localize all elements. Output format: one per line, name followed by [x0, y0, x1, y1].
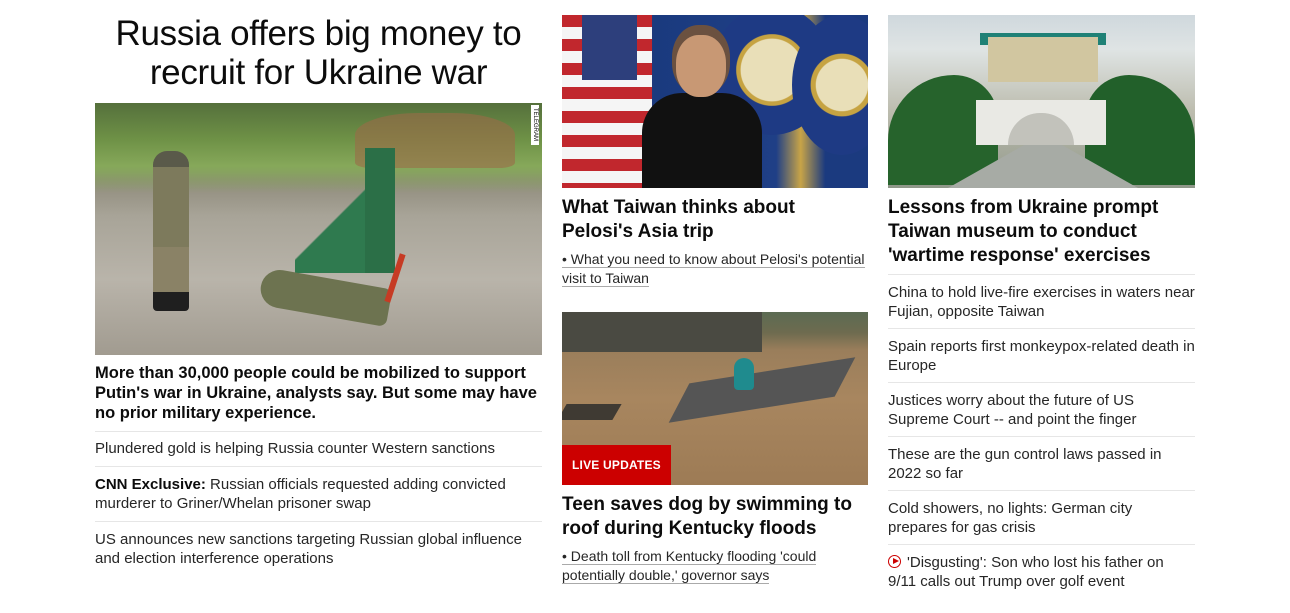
list-item: Justices worry about the future of US Su…: [888, 382, 1195, 436]
pelosi-sub-link[interactable]: • What you need to know about Pelosi's p…: [562, 251, 865, 287]
latest-link-china[interactable]: China to hold live-fire exercises in wat…: [888, 284, 1195, 320]
pelosi-headline-link[interactable]: What Taiwan thinks about Pelosi's Asia t…: [562, 197, 795, 242]
soldiers-training-image[interactable]: TELEGRAM: [95, 103, 542, 355]
list-item: 'Disgusting': Son who lost his father on…: [888, 544, 1195, 598]
latest-link-trump-golf[interactable]: 'Disgusting': Son who lost his father on…: [888, 554, 1164, 590]
live-updates-badge: LIVE UPDATES: [562, 445, 671, 485]
speaker-figure: [642, 35, 762, 188]
related-text: US announces new sanctions targeting Rus…: [95, 531, 522, 567]
main-lede: More than 30,000 people could be mobiliz…: [95, 363, 542, 423]
prone-soldier: [257, 267, 393, 327]
list-item: Spain reports first monkeypox-related de…: [888, 328, 1195, 382]
flood-image[interactable]: LIVE UPDATES: [562, 312, 868, 485]
flood-sub: • Death toll from Kentucky flooding 'cou…: [562, 547, 868, 585]
pelosi-headline: What Taiwan thinks about Pelosi's Asia t…: [562, 196, 868, 244]
list-item: US announces new sanctions targeting Rus…: [95, 521, 542, 576]
list-item: Cold showers, no lights: German city pre…: [888, 490, 1195, 544]
main-headline: Russia offers big money to recruit for U…: [95, 14, 542, 92]
flag-canton: [582, 15, 637, 80]
flood-sub-link[interactable]: • Death toll from Kentucky flooding 'cou…: [562, 548, 817, 584]
museum-building: [988, 37, 1098, 82]
training-wall: [365, 148, 395, 273]
flood-headline-link[interactable]: Teen saves dog by swimming to roof durin…: [562, 494, 852, 539]
flooded-house: [562, 312, 762, 352]
roof-edge: [562, 404, 622, 420]
latest-link-german-city[interactable]: Cold showers, no lights: German city pre…: [888, 500, 1132, 536]
main-lede-link[interactable]: More than 30,000 people could be mobiliz…: [95, 364, 537, 422]
play-circle-icon: [888, 555, 901, 568]
related-link-exclusive[interactable]: CNN Exclusive: Russian officials request…: [95, 476, 506, 512]
flood-headline: Teen saves dog by swimming to roof durin…: [562, 493, 868, 541]
latest-link-justices[interactable]: Justices worry about the future of US Su…: [888, 392, 1136, 428]
list-item: Plundered gold is helping Russia counter…: [95, 431, 542, 466]
main-headline-link[interactable]: Russia offers big money to recruit for U…: [116, 14, 522, 92]
main-related-list: Plundered gold is helping Russia counter…: [95, 431, 542, 576]
list-item: CNN Exclusive: Russian officials request…: [95, 466, 542, 521]
standing-soldier: [153, 151, 189, 311]
latest-list: China to hold live-fire exercises in wat…: [888, 274, 1195, 598]
image-credit: TELEGRAM: [531, 105, 539, 145]
related-link-gold[interactable]: Plundered gold is helping Russia counter…: [95, 440, 495, 457]
teen-figure: [734, 358, 754, 390]
list-item: China to hold live-fire exercises in wat…: [888, 274, 1195, 328]
pelosi-image[interactable]: [562, 15, 868, 188]
figure-head: [676, 35, 726, 97]
middle-column: What Taiwan thinks about Pelosi's Asia t…: [562, 0, 868, 585]
exclusive-label: CNN Exclusive:: [95, 476, 206, 493]
list-item: These are the gun control laws passed in…: [888, 436, 1195, 490]
latest-link-monkeypox[interactable]: Spain reports first monkeypox-related de…: [888, 338, 1195, 374]
pelosi-sub: • What you need to know about Pelosi's p…: [562, 250, 868, 288]
related-link-sanctions[interactable]: US announces new sanctions targeting Rus…: [95, 531, 522, 567]
main-story-column: Russia offers big money to recruit for U…: [95, 0, 542, 576]
related-text: Plundered gold is helping Russia counter…: [95, 440, 495, 457]
submerged-roof: [668, 357, 856, 423]
museum-headline: Lessons from Ukraine prompt Taiwan museu…: [888, 196, 1195, 268]
museum-headline-link[interactable]: Lessons from Ukraine prompt Taiwan museu…: [888, 197, 1158, 266]
video-link-text: 'Disgusting': Son who lost his father on…: [888, 554, 1164, 590]
figure-body: [642, 93, 762, 188]
right-column: Lessons from Ukraine prompt Taiwan museu…: [888, 0, 1195, 598]
latest-link-gun-laws[interactable]: These are the gun control laws passed in…: [888, 446, 1162, 482]
museum-image[interactable]: [888, 15, 1195, 188]
